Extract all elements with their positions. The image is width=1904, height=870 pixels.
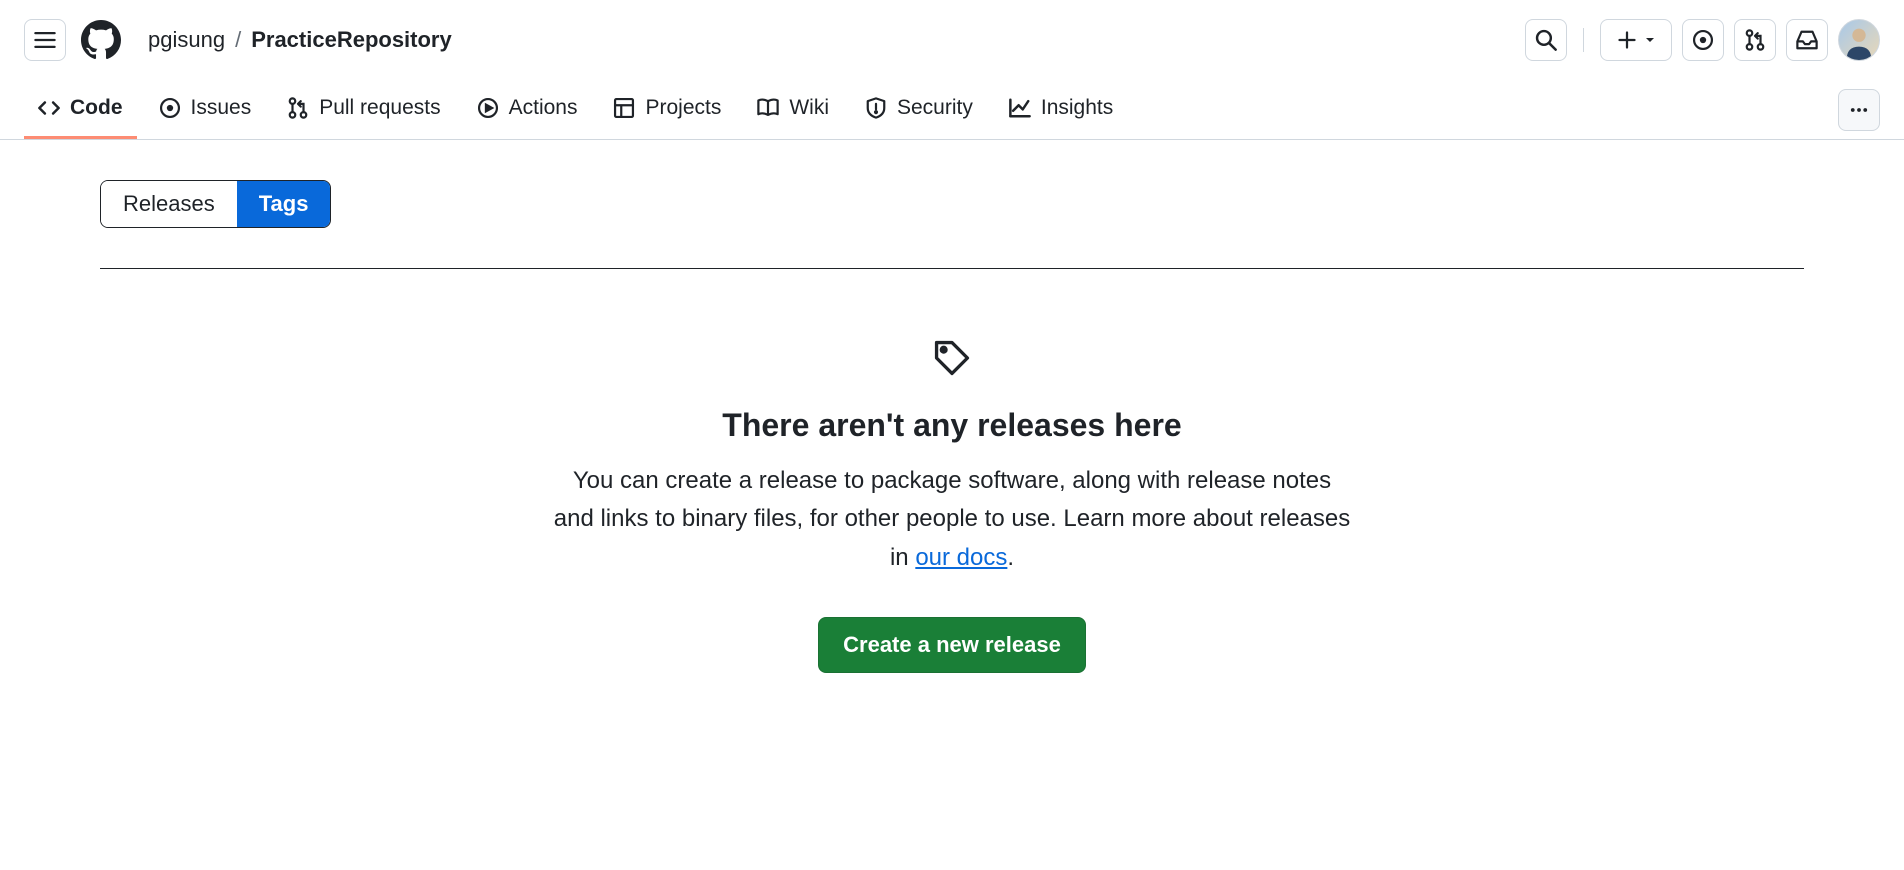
page-header: pgisung / PracticeRepository — [0, 0, 1904, 80]
breadcrumb-owner[interactable]: pgisung — [148, 27, 225, 53]
breadcrumb: pgisung / PracticeRepository — [148, 27, 452, 53]
tab-actions-label: Actions — [509, 96, 578, 120]
tab-pull-requests-label: Pull requests — [319, 96, 440, 120]
tab-insights[interactable]: Insights — [995, 80, 1127, 139]
tab-projects-label: Projects — [645, 96, 721, 120]
tab-code-label: Code — [70, 96, 123, 120]
subtab-tags[interactable]: Tags — [237, 181, 331, 227]
issues-dot-button[interactable] — [1682, 19, 1724, 61]
tag-icon — [933, 339, 971, 377]
tab-security[interactable]: Security — [851, 80, 987, 139]
play-icon — [477, 97, 499, 119]
github-icon — [81, 20, 121, 60]
header-right — [1525, 19, 1880, 61]
breadcrumb-repo[interactable]: PracticeRepository — [251, 27, 452, 53]
tab-pull-requests[interactable]: Pull requests — [273, 80, 454, 139]
avatar-image — [1839, 19, 1879, 61]
kebab-horizontal-icon — [1849, 100, 1869, 120]
pull-requests-button[interactable] — [1734, 19, 1776, 61]
empty-title: There aren't any releases here — [722, 407, 1181, 444]
search-button[interactable] — [1525, 19, 1567, 61]
empty-state: There aren't any releases here You can c… — [100, 339, 1804, 673]
tab-issues-label: Issues — [191, 96, 252, 120]
repo-nav: Code Issues Pull requests Actions Projec… — [0, 80, 1904, 140]
create-release-button[interactable]: Create a new release — [818, 617, 1086, 673]
empty-description: You can create a release to package soft… — [552, 462, 1352, 577]
tab-insights-label: Insights — [1041, 96, 1113, 120]
divider — [100, 268, 1804, 269]
avatar[interactable] — [1838, 19, 1880, 61]
docs-link[interactable]: our docs — [915, 544, 1007, 571]
main-content: Releases Tags There aren't any releases … — [0, 140, 1904, 713]
subtab-group: Releases Tags — [100, 180, 331, 228]
search-icon — [1535, 29, 1557, 51]
tab-code[interactable]: Code — [24, 80, 137, 139]
add-button[interactable] — [1600, 19, 1672, 61]
tab-actions[interactable]: Actions — [463, 80, 592, 139]
header-left: pgisung / PracticeRepository — [24, 19, 452, 61]
tab-issues[interactable]: Issues — [145, 80, 266, 139]
issue-opened-icon — [1692, 29, 1714, 51]
menu-button[interactable] — [24, 19, 66, 61]
caret-down-icon — [1645, 35, 1655, 45]
inbox-icon — [1796, 29, 1818, 51]
subtab-releases[interactable]: Releases — [101, 181, 237, 227]
plus-icon — [1617, 30, 1637, 50]
tab-projects[interactable]: Projects — [599, 80, 735, 139]
shield-icon — [865, 97, 887, 119]
breadcrumb-separator: / — [235, 27, 241, 53]
issue-opened-icon — [159, 97, 181, 119]
header-divider — [1583, 28, 1584, 52]
hamburger-icon — [34, 29, 56, 51]
empty-desc-post: . — [1007, 544, 1014, 571]
more-nav-button[interactable] — [1838, 89, 1880, 131]
code-icon — [38, 97, 60, 119]
git-pull-request-icon — [287, 97, 309, 119]
git-pull-request-icon — [1744, 29, 1766, 51]
github-logo[interactable] — [80, 19, 122, 61]
book-icon — [757, 97, 779, 119]
table-icon — [613, 97, 635, 119]
inbox-button[interactable] — [1786, 19, 1828, 61]
tab-wiki-label: Wiki — [789, 96, 829, 120]
tab-security-label: Security — [897, 96, 973, 120]
tab-wiki[interactable]: Wiki — [743, 80, 843, 139]
graph-icon — [1009, 97, 1031, 119]
